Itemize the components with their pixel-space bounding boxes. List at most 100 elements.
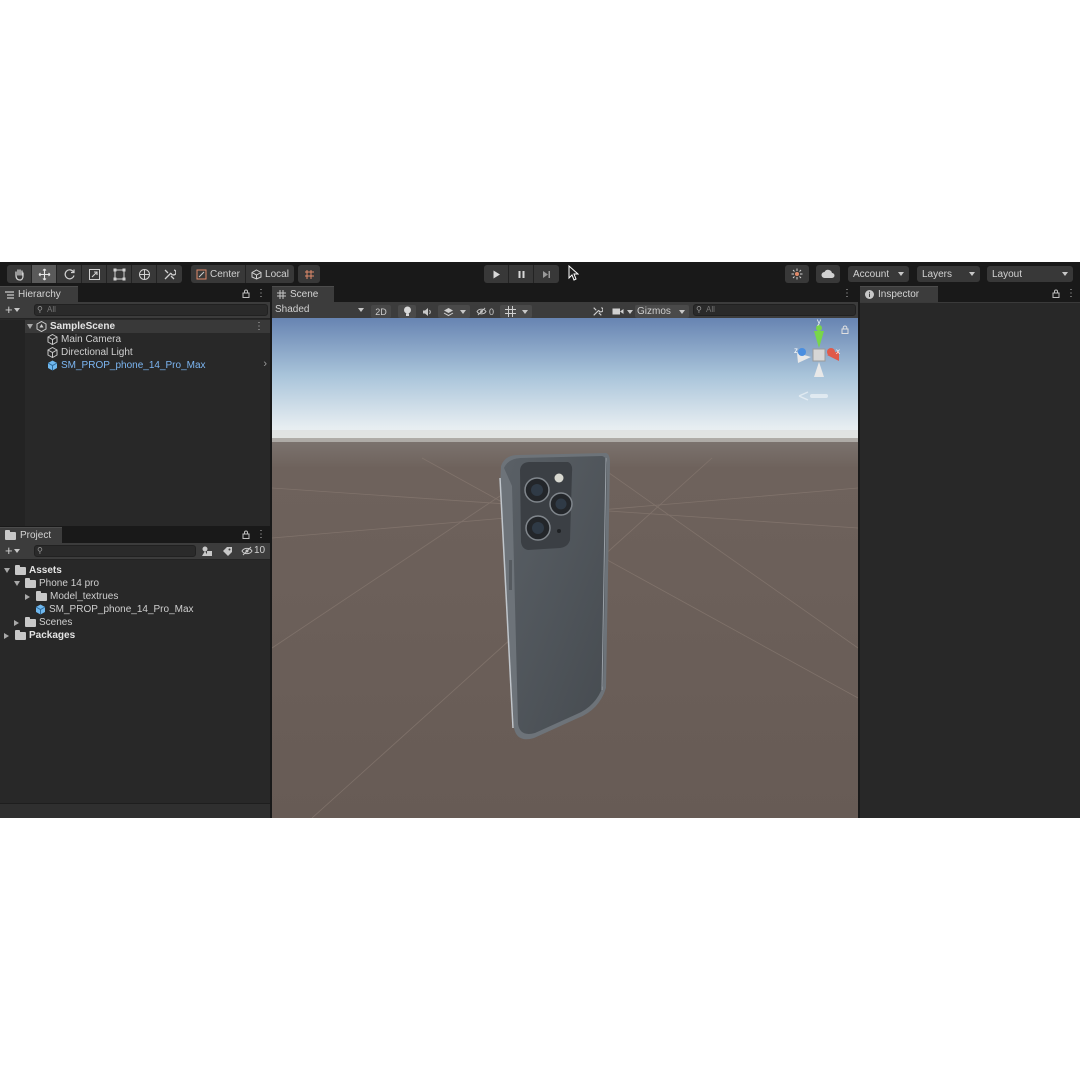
scene-search-input[interactable]: ⚲ All [693, 304, 856, 316]
more-menu-icon[interactable]: ⋮ [842, 288, 852, 299]
layers-label: Layers [922, 268, 953, 280]
project-item-label: Assets [29, 565, 62, 576]
hierarchy-toolbar: + ⚲ All [0, 302, 270, 319]
layers-dropdown[interactable]: Layers [917, 266, 980, 282]
scene-header-row[interactable]: SampleScene [27, 320, 115, 333]
hierarchy-search-input[interactable]: ⚲ All [34, 304, 268, 316]
collab-button[interactable] [785, 265, 809, 283]
hidden-objects-toggle[interactable]: 0 [473, 305, 497, 318]
project-item-label: SM_PROP_phone_14_Pro_Max [49, 604, 194, 615]
project-item-label: Phone 14 pro [39, 578, 100, 589]
project-item-phone-folder[interactable]: Phone 14 pro [14, 577, 99, 590]
project-item-packages[interactable]: Packages [4, 629, 75, 642]
more-menu-icon[interactable]: ⋮ [1066, 288, 1076, 299]
rect-tool-button[interactable] [107, 265, 132, 283]
hierarchy-item-directional-light[interactable]: Directional Light [47, 346, 133, 359]
scene-more-icon[interactable]: ⋮ [254, 321, 264, 332]
inspector-divider [860, 302, 1080, 303]
layout-dropdown[interactable]: Layout [987, 266, 1073, 282]
caret-down-icon [13, 308, 20, 312]
folder-icon [36, 590, 47, 601]
hierarchy-item-phone-prefab[interactable]: SM_PROP_phone_14_Pro_Max [47, 359, 206, 372]
step-button[interactable] [534, 265, 559, 283]
layers-caret-icon [969, 272, 975, 276]
expand-arrow-icon[interactable] [14, 581, 20, 586]
lighting-toggle[interactable] [398, 305, 416, 318]
effects-layers-icon [443, 307, 453, 316]
scene-toolbar: Shaded 2D 0 Gizmos ⚲ All [272, 302, 858, 318]
transform-tools-group [7, 265, 182, 283]
account-caret-icon [898, 272, 904, 276]
hidden-packages-toggle[interactable]: 10 [241, 545, 265, 556]
plus-icon: + [5, 302, 13, 317]
project-item-phone-prefab[interactable]: SM_PROP_phone_14_Pro_Max [35, 603, 194, 616]
project-tab-label: Project [20, 530, 52, 541]
hierarchy-tabbar: Hierarchy ⋮ [0, 286, 270, 302]
plus-icon: + [5, 543, 13, 558]
project-item-textures-folder[interactable]: Model_textrues [25, 590, 118, 603]
cloud-button[interactable] [816, 265, 840, 283]
tab-project[interactable]: Project [0, 527, 62, 543]
project-item-label: Model_textrues [50, 591, 119, 602]
hierarchy-tab-label: Hierarchy [18, 289, 61, 300]
create-button[interactable]: + [5, 303, 20, 317]
layout-caret-icon [1062, 272, 1068, 276]
gizmos-dropdown[interactable]: Gizmos [635, 305, 689, 318]
toggle-2d-button[interactable]: 2D [371, 305, 391, 318]
chevron-right-icon[interactable]: › [263, 358, 267, 370]
info-icon [865, 290, 874, 299]
gameobject-icon [47, 347, 58, 358]
create-asset-button[interactable]: + [5, 544, 20, 558]
project-footer [0, 803, 270, 818]
collapse-arrow-icon[interactable] [14, 619, 19, 626]
custom-tool-button[interactable] [157, 265, 182, 283]
account-dropdown[interactable]: Account [848, 266, 909, 282]
project-tab-controls: ⋮ [242, 529, 266, 540]
pivot-rotation-button[interactable]: Local [246, 265, 294, 283]
project-item-assets[interactable]: Assets [4, 564, 62, 577]
camera-settings-dropdown[interactable] [609, 305, 635, 318]
expand-arrow-icon[interactable] [27, 324, 33, 329]
folder-open-icon [25, 577, 36, 588]
tab-inspector[interactable]: Inspector [860, 286, 938, 302]
lock-icon[interactable] [242, 530, 250, 539]
expand-arrow-icon[interactable] [4, 568, 10, 573]
grid-snapping-button[interactable] [298, 265, 320, 283]
effects-dropdown[interactable] [438, 305, 470, 318]
lock-icon[interactable] [242, 289, 250, 298]
move-tool-button[interactable] [32, 265, 57, 283]
prefab-icon [35, 604, 46, 615]
caret-down-icon [459, 309, 466, 314]
pivot-mode-button[interactable]: Center [191, 265, 247, 283]
hierarchy-item-main-camera[interactable]: Main Camera [47, 333, 121, 346]
tab-hierarchy[interactable]: Hierarchy [0, 286, 78, 302]
more-menu-icon[interactable]: ⋮ [256, 529, 266, 540]
tab-scene[interactable]: Scene [272, 286, 334, 302]
scale-tool-button[interactable] [82, 265, 107, 283]
more-menu-icon[interactable]: ⋮ [256, 288, 266, 299]
collapse-arrow-icon[interactable] [4, 632, 9, 639]
project-item-scenes[interactable]: Scenes [14, 616, 72, 629]
play-button[interactable] [484, 265, 509, 283]
unity-editor-window: Center Local Account Layers Layout Hiera… [0, 262, 1080, 818]
collapse-arrow-icon[interactable] [25, 593, 30, 600]
audio-toggle[interactable] [418, 305, 436, 318]
playmode-group [484, 265, 559, 283]
lock-icon[interactable] [1052, 289, 1060, 298]
transform-tool-button[interactable] [132, 265, 157, 283]
toggle-2d-label: 2D [375, 306, 387, 317]
hand-tool-button[interactable] [7, 265, 32, 283]
hierarchy-list-icon [5, 290, 14, 299]
transform-icon [138, 268, 150, 280]
scene-viewport[interactable]: y z x [272, 318, 858, 818]
scene-tabbar: Scene ⋮ [272, 286, 858, 302]
scene-tools-button[interactable] [588, 305, 606, 318]
cloud-icon [821, 269, 835, 278]
project-search-input[interactable]: ⚲ [34, 545, 196, 557]
filter-by-type-icon[interactable] [201, 546, 213, 557]
draw-mode-dropdown[interactable]: Shaded [272, 303, 367, 317]
filter-by-label-icon[interactable] [222, 546, 233, 557]
rotate-tool-button[interactable] [57, 265, 82, 283]
pause-button[interactable] [509, 265, 534, 283]
grid-visibility-dropdown[interactable] [500, 305, 532, 318]
